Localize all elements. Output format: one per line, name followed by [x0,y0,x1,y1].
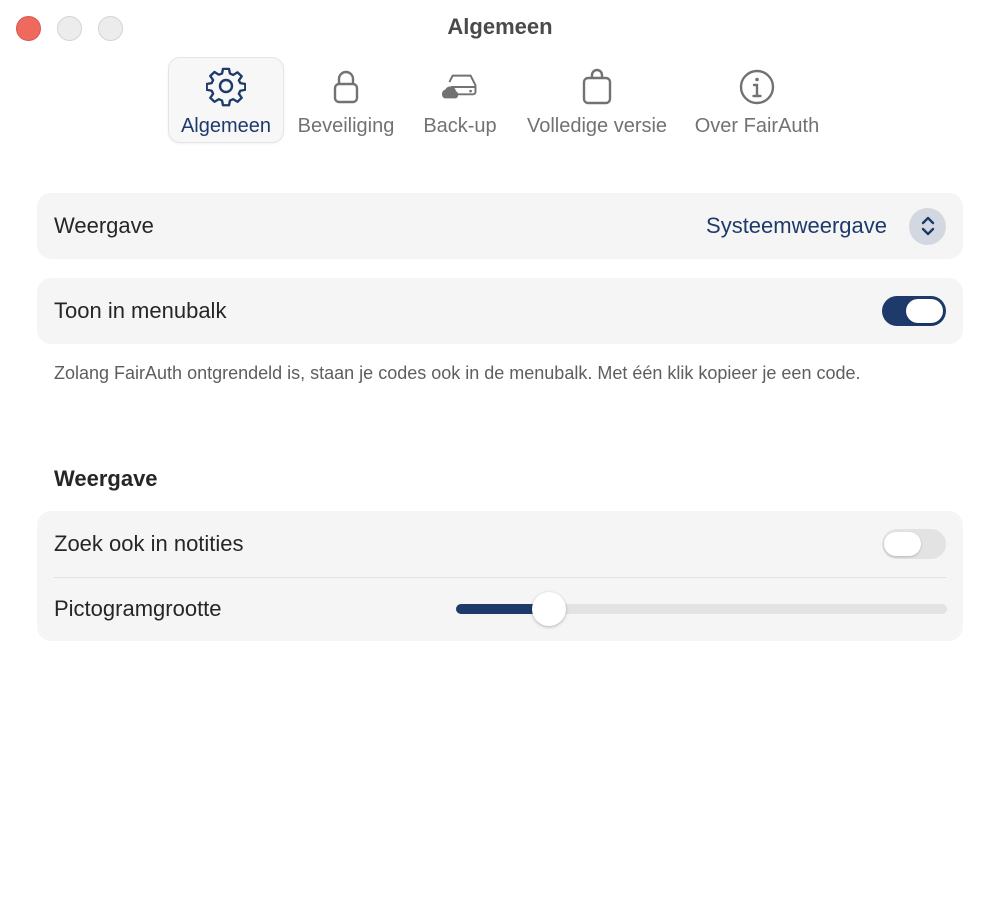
preferences-toolbar: Algemeen Beveiliging Back-up Volledige v… [168,57,832,143]
tab-label: Volledige versie [526,115,668,137]
search-notes-label: Zoek ook in notities [54,531,244,556]
tab-label: Over FairAuth [694,115,820,137]
appearance-card: Weergave Systeemweergave [37,193,963,259]
window-title: Algemeen [447,14,553,39]
search-notes-toggle[interactable] [882,529,946,559]
menubar-row: Toon in menubalk [37,278,963,344]
tab-label: Beveiliging [297,115,395,137]
up-down-chevron-icon [909,207,946,245]
toggle-knob [906,299,943,323]
gear-icon [204,65,248,109]
appearance-value: Systeemweergave [706,213,887,238]
settings-window: Algemeen Algemeen Beveiliging Back-up Vo… [0,0,1000,908]
appearance-row: Weergave Systeemweergave [37,193,963,259]
tab-over-fairauth[interactable]: Over FairAuth [682,57,832,143]
menubar-card: Toon in menubalk [37,278,963,344]
shopping-bag-icon [575,65,619,109]
cloud-drive-icon [438,65,482,109]
lock-icon [324,65,368,109]
info-icon [735,65,779,109]
tab-beveiliging[interactable]: Beveiliging [284,57,408,143]
display-settings-card: Zoek ook in notities Pictogramgrootte [37,511,963,641]
search-notes-row: Zoek ook in notities [37,511,963,577]
menubar-help-text: Zolang FairAuth ontgrendeld is, staan je… [54,363,861,383]
menubar-label: Toon in menubalk [54,298,227,323]
tab-back-up[interactable]: Back-up [408,57,512,143]
appearance-label: Weergave [54,213,154,238]
section-title: Weergave [54,466,158,491]
tab-algemeen[interactable]: Algemeen [168,57,284,143]
appearance-select[interactable]: Systeemweergave [706,207,946,245]
tab-label: Algemeen [180,115,272,137]
toggle-knob [884,532,921,556]
icon-size-label: Pictogramgrootte [54,596,222,621]
menubar-toggle[interactable] [882,296,946,326]
slider-thumb[interactable] [532,592,567,626]
icon-size-slider[interactable] [456,592,947,626]
tab-volledige-versie[interactable]: Volledige versie [512,57,682,143]
icon-size-row: Pictogramgrootte [37,577,963,641]
tab-label: Back-up [423,115,497,137]
